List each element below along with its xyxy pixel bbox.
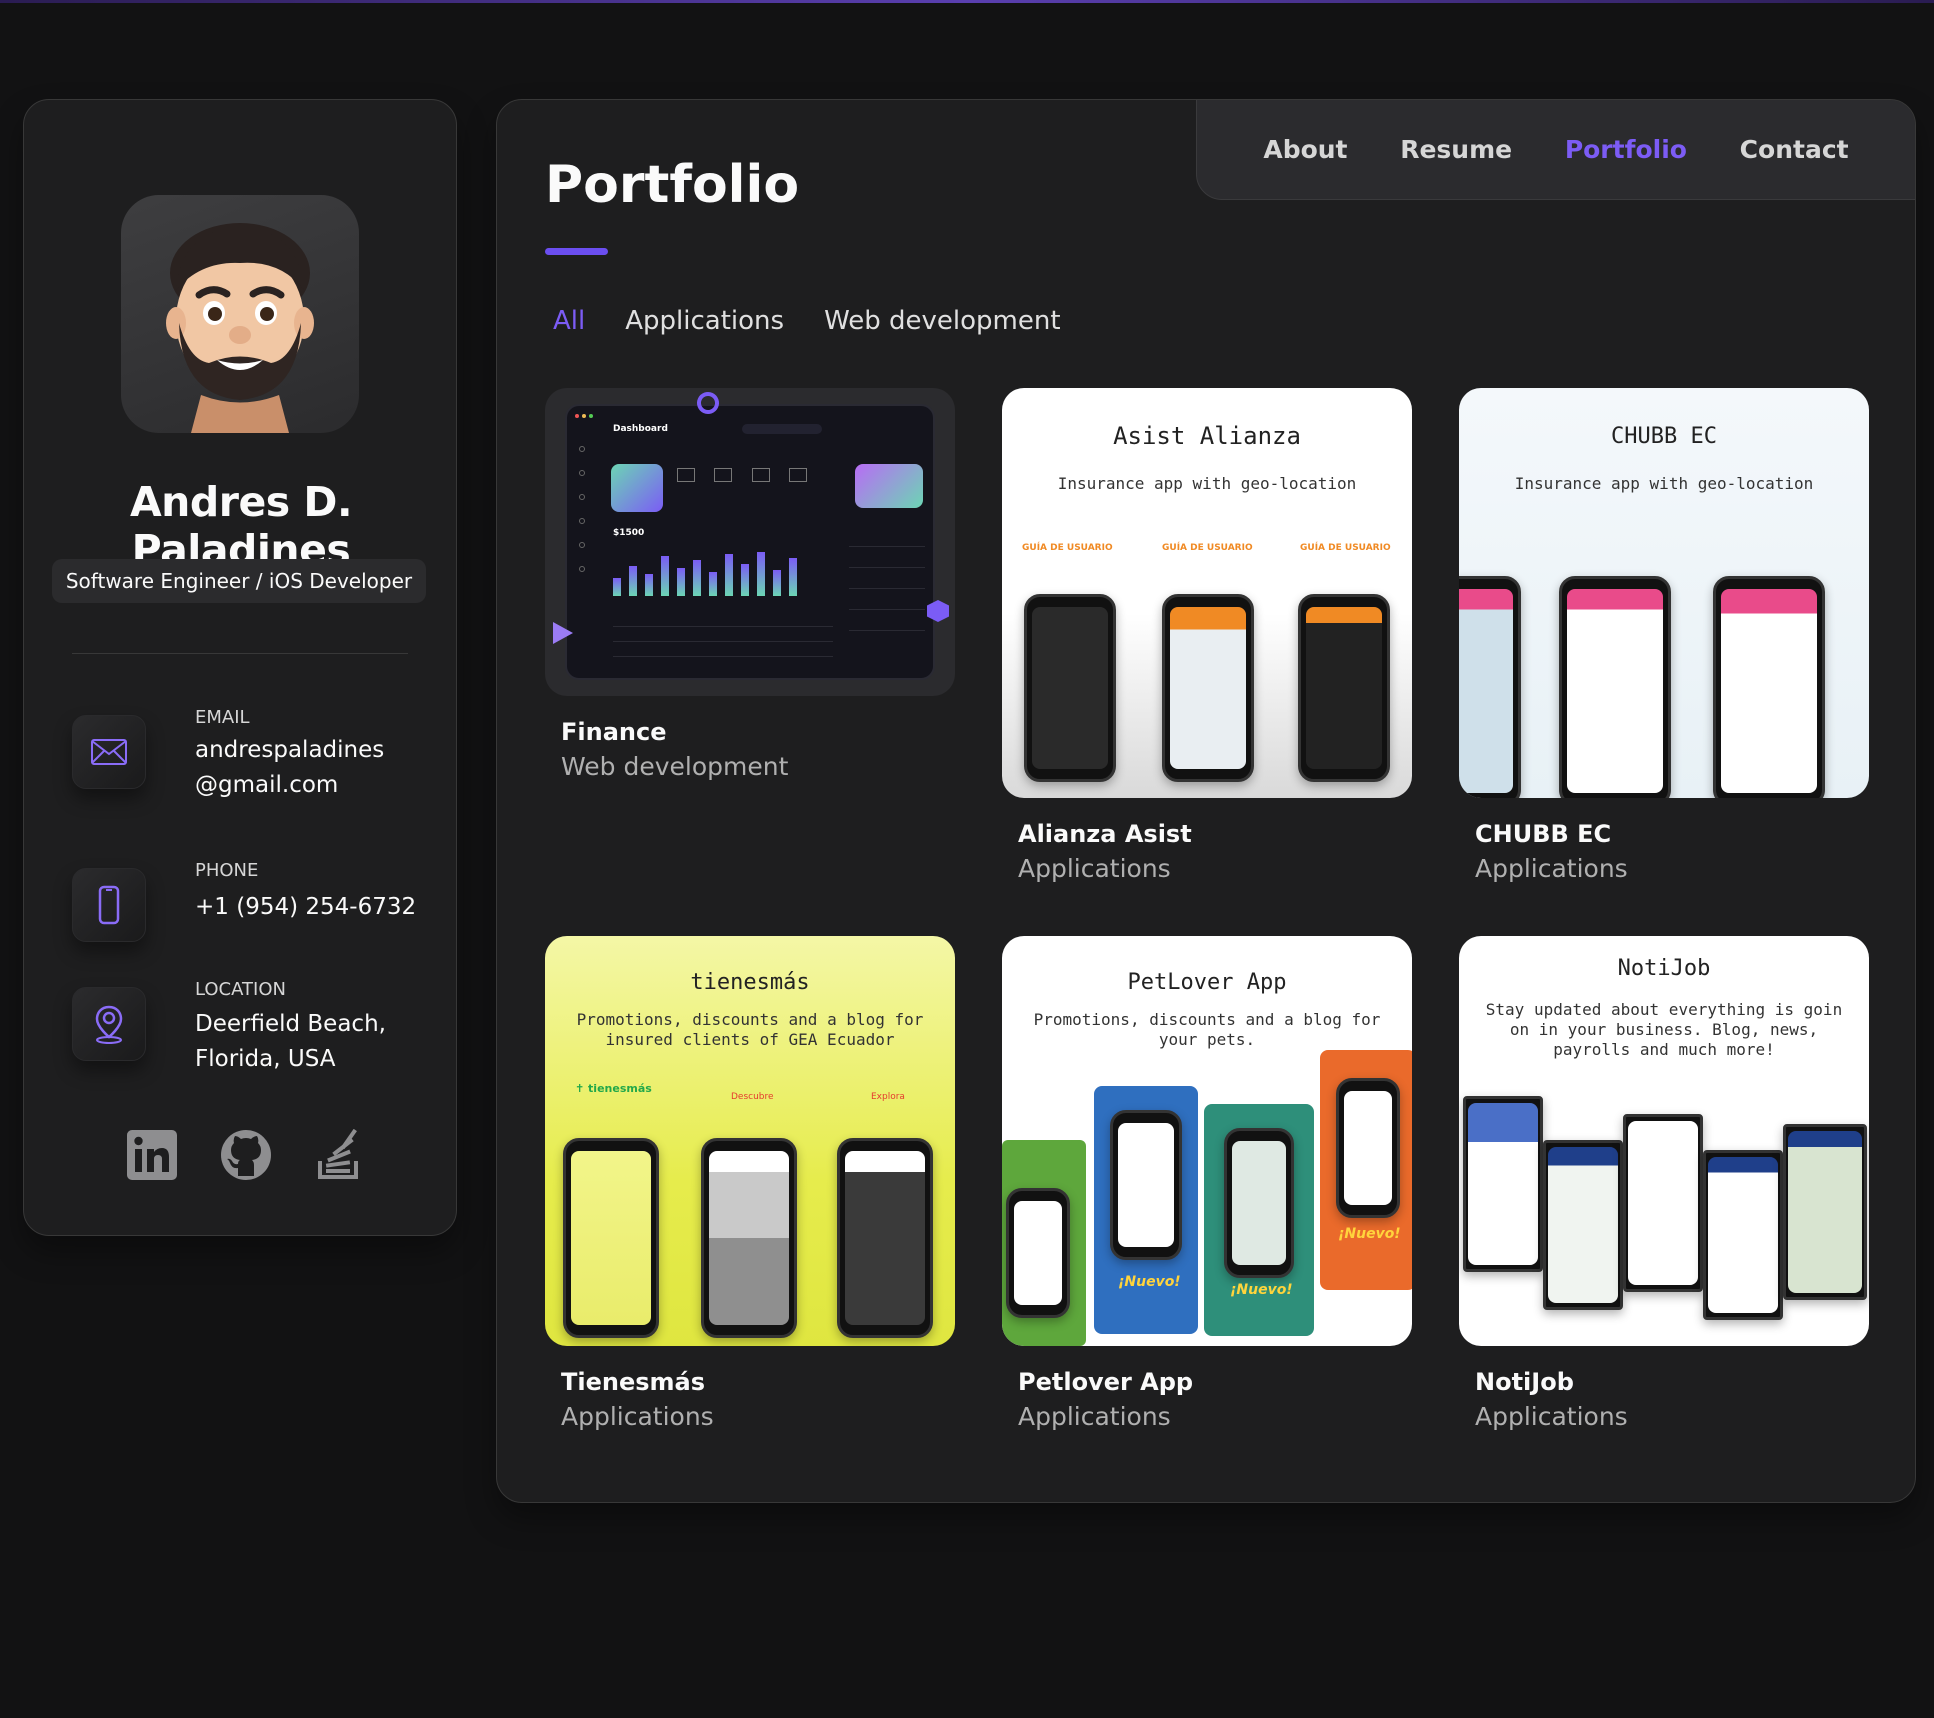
tienesmas-logo: ✝ tienesmás xyxy=(575,1082,652,1095)
project-category: Applications xyxy=(1475,854,1628,883)
project-thumbnail[interactable]: NotiJob Stay updated about everything is… xyxy=(1459,936,1869,1346)
phone-mockup xyxy=(837,1138,933,1338)
thumb-title: PetLover App xyxy=(1127,970,1287,995)
nav-contact[interactable]: Contact xyxy=(1740,135,1849,164)
thumb-subtitle: Promotions, discounts and a blog for you… xyxy=(1033,1010,1381,1049)
location-label: Location xyxy=(195,979,286,1000)
linkedin-icon[interactable] xyxy=(124,1127,180,1183)
section-label: Explora xyxy=(871,1092,905,1102)
project-title: Petlover App xyxy=(1018,1368,1194,1396)
nav-resume[interactable]: Resume xyxy=(1400,135,1512,164)
phone-mockup xyxy=(1543,1140,1623,1310)
phone-mockup xyxy=(1298,594,1390,782)
project-title: Tienesmás xyxy=(561,1368,706,1396)
project-category: Applications xyxy=(1018,1402,1171,1431)
thumb-subtitle: Stay updated about everything is goin on… xyxy=(1485,1000,1843,1059)
thumb-title: NotiJob xyxy=(1617,956,1711,981)
project-card-alianza-asist[interactable]: Asist Alianza Insurance app with geo-loc… xyxy=(1002,388,1412,888)
triangle-decoration-icon xyxy=(553,622,573,644)
project-card-notijob[interactable]: NotiJob Stay updated about everything is… xyxy=(1459,936,1869,1436)
nav-portfolio[interactable]: Portfolio xyxy=(1565,135,1687,164)
guide-label: GUÍA DE USUARIO xyxy=(1300,543,1391,553)
phone-link[interactable]: +1 (954) 254-6732 xyxy=(195,890,445,925)
project-thumbnail[interactable]: CHUBB EC Insurance app with geo-location xyxy=(1459,388,1869,798)
social-links xyxy=(124,1127,384,1187)
project-title: Finance xyxy=(561,718,667,746)
avatar xyxy=(121,195,359,433)
project-card-tienesmas[interactable]: tienesmás Promotions, discounts and a bl… xyxy=(545,936,955,1436)
phone-mockup xyxy=(1713,576,1825,798)
project-card-finance[interactable]: Dashboard $1500 Finance Web development xyxy=(545,388,955,808)
phone-icon xyxy=(72,868,146,942)
phone-mockup xyxy=(1559,576,1671,798)
promo-panel: ¡Nuevo! xyxy=(1094,1086,1198,1334)
nav-about[interactable]: About xyxy=(1263,135,1347,164)
contact-phone: Phone +1 (954) 254-6732 xyxy=(72,860,432,980)
dashboard-balance: $1500 xyxy=(613,528,645,538)
project-thumbnail[interactable]: tienesmás Promotions, discounts and a bl… xyxy=(545,936,955,1346)
phone-mockup xyxy=(1783,1124,1867,1300)
project-title: Alianza Asist xyxy=(1018,820,1192,848)
phone-mockup xyxy=(563,1138,659,1338)
filter-applications[interactable]: Applications xyxy=(625,306,784,336)
thumb-subtitle: Insurance app with geo-location xyxy=(1514,474,1814,493)
phone-mockup xyxy=(1024,594,1116,782)
bar-chart-mini xyxy=(613,546,833,596)
contact-email: Email andrespaladines @gmail.com xyxy=(72,707,432,827)
thumb-title: Asist Alianza xyxy=(1113,422,1301,450)
project-category: Applications xyxy=(1018,854,1171,883)
location-icon xyxy=(72,987,146,1061)
contact-location: Location Deerfield Beach, Florida, USA xyxy=(72,979,432,1099)
page-title: Portfolio xyxy=(545,155,800,215)
section-label: Descubre xyxy=(731,1092,774,1102)
sidebar-separator xyxy=(72,653,408,654)
promo-panel: ¡Nuevo! xyxy=(1204,1104,1314,1336)
github-icon[interactable] xyxy=(218,1127,274,1183)
dashboard-header: Dashboard xyxy=(613,424,668,434)
project-category: Web development xyxy=(561,752,789,781)
project-thumbnail[interactable]: PetLover App Promotions, discounts and a… xyxy=(1002,936,1412,1346)
new-badge: ¡Nuevo! xyxy=(1118,1274,1181,1290)
dashboard-mockup: Dashboard $1500 xyxy=(565,404,935,680)
top-navbar: About Resume Portfolio Contact xyxy=(1196,100,1915,200)
title-underline xyxy=(545,248,608,255)
location-value: Deerfield Beach, Florida, USA xyxy=(195,1011,386,1072)
project-card-chubb-ec[interactable]: CHUBB EC Insurance app with geo-location… xyxy=(1459,388,1869,888)
project-thumbnail[interactable]: Dashboard $1500 xyxy=(545,388,955,696)
filter-all[interactable]: All xyxy=(553,306,585,336)
main-panel: About Resume Portfolio Contact Portfolio… xyxy=(496,99,1916,1503)
email-label: Email xyxy=(195,707,250,728)
email-link[interactable]: andrespaladines @gmail.com xyxy=(195,733,445,803)
phone-mockup xyxy=(1463,1096,1543,1272)
thumb-title: tienesmás xyxy=(690,970,810,995)
top-accent-line xyxy=(0,0,1934,3)
project-thumbnail[interactable]: Asist Alianza Insurance app with geo-loc… xyxy=(1002,388,1412,798)
profile-title-badge: Software Engineer / iOS Developer xyxy=(52,559,426,603)
thumb-subtitle: Promotions, discounts and a blog for ins… xyxy=(576,1010,924,1049)
phone-mockup xyxy=(1623,1114,1703,1292)
promo-panel: ¡Nuevo! xyxy=(1320,1050,1412,1290)
new-badge: ¡Nuevo! xyxy=(1230,1282,1293,1298)
mail-icon xyxy=(72,715,146,789)
project-category: Applications xyxy=(1475,1402,1628,1431)
filter-web-development[interactable]: Web development xyxy=(824,306,1060,336)
phone-mockup xyxy=(1459,576,1521,798)
thumb-subtitle: Insurance app with geo-location xyxy=(1057,474,1357,493)
phone-label: Phone xyxy=(195,860,259,881)
phone-mockup xyxy=(701,1138,797,1338)
project-card-petlover-app[interactable]: PetLover App Promotions, discounts and a… xyxy=(1002,936,1412,1436)
thumb-title: CHUBB EC xyxy=(1611,424,1717,449)
stackoverflow-icon[interactable] xyxy=(312,1127,368,1183)
promo-panel xyxy=(1002,1140,1086,1346)
project-title: NotiJob xyxy=(1475,1368,1574,1396)
guide-label: GUÍA DE USUARIO xyxy=(1022,543,1113,553)
project-category: Applications xyxy=(561,1402,714,1431)
guide-label: GUÍA DE USUARIO xyxy=(1162,543,1253,553)
filter-list: All Applications Web development xyxy=(553,306,1061,336)
phone-mockup xyxy=(1703,1150,1783,1320)
profile-sidebar: Andres D. Paladines Software Engineer / … xyxy=(23,99,457,1236)
project-title: CHUBB EC xyxy=(1475,820,1612,848)
phone-mockup xyxy=(1162,594,1254,782)
new-badge: ¡Nuevo! xyxy=(1338,1226,1401,1242)
